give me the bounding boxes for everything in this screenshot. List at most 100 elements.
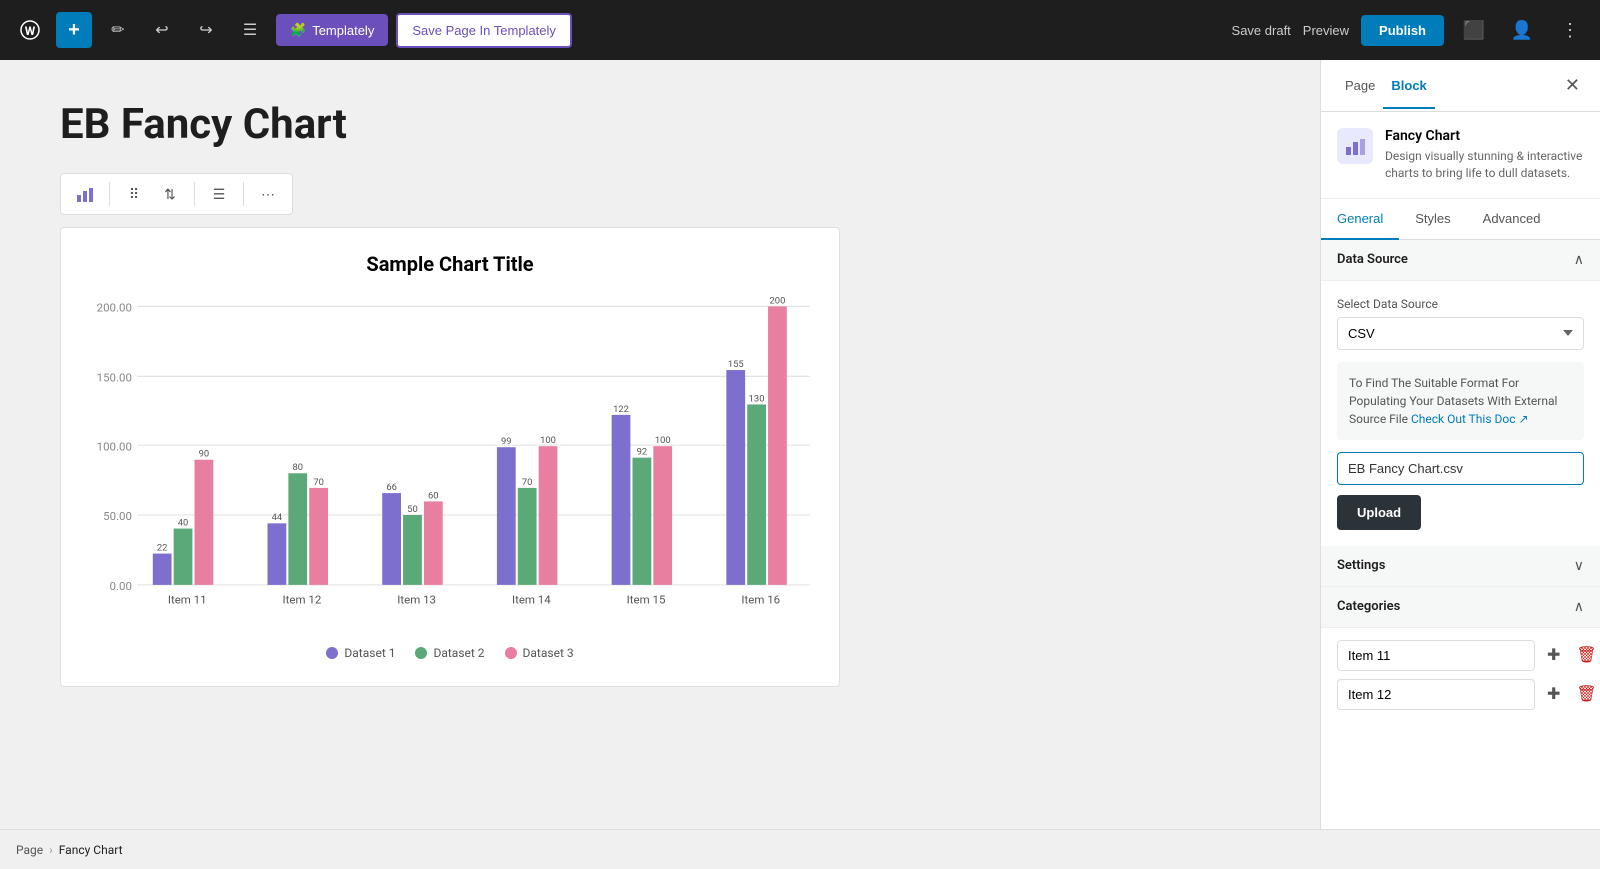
breadcrumb-separator: › — [49, 843, 53, 857]
publish-button[interactable]: Publish — [1361, 15, 1444, 46]
toolbar-right: Save draft Preview Publish ⬛ 👤 ⋮ — [1232, 12, 1588, 48]
svg-text:130: 130 — [749, 393, 765, 404]
legend-color-1 — [326, 647, 338, 659]
svg-text:60: 60 — [428, 490, 439, 501]
legend-label-1: Dataset 1 — [344, 646, 395, 660]
select-data-source-label: Select Data Source — [1337, 297, 1584, 311]
tab-page[interactable]: Page — [1337, 64, 1383, 109]
toolbar-divider-3 — [243, 182, 244, 206]
svg-text:22: 22 — [157, 542, 168, 553]
data-source-section-header[interactable]: Data Source ∧ — [1321, 240, 1600, 281]
plugin-desc: Design visually stunning & interactive c… — [1385, 148, 1584, 182]
categories-toggle-icon: ∧ — [1574, 599, 1584, 615]
preview-button[interactable]: Preview — [1303, 23, 1349, 38]
plugin-info: Fancy Chart Design visually stunning & i… — [1321, 112, 1600, 199]
settings-toggle-icon: ∨ — [1574, 558, 1584, 574]
align-button[interactable]: ☰ — [203, 178, 235, 210]
svg-text:100: 100 — [655, 435, 671, 446]
svg-text:70: 70 — [522, 477, 533, 488]
svg-text:99: 99 — [501, 436, 512, 447]
chart-container: Sample Chart Title 200.00 150.00 100.00 … — [60, 227, 840, 687]
bar-chart-svg: 200.00 150.00 100.00 50.00 0.00 — [85, 296, 815, 630]
plugin-text: Fancy Chart Design visually stunning & i… — [1385, 128, 1584, 182]
edit-tool-button[interactable]: ✏ — [100, 12, 136, 48]
svg-text:100: 100 — [540, 435, 556, 446]
legend-color-2 — [415, 647, 427, 659]
editor-area: EB Fancy Chart ⠿ ⇅ ☰ ⋯ Sample Chart Titl… — [0, 60, 1320, 829]
breadcrumb-current: Fancy Chart — [59, 843, 123, 857]
user-avatar-button[interactable]: 👤 — [1504, 12, 1540, 48]
check-doc-link[interactable]: Check Out This Doc ↗ — [1411, 412, 1529, 426]
svg-text:40: 40 — [178, 517, 189, 528]
arrows-button[interactable]: ⇅ — [154, 178, 186, 210]
categories-body: ✚ 🗑 ✚ 🗑 — [1321, 628, 1600, 730]
sidebar-close-button[interactable]: ✕ — [1561, 71, 1584, 100]
svg-text:150.00: 150.00 — [97, 371, 132, 385]
svg-text:Item 13: Item 13 — [397, 593, 436, 607]
top-toolbar: W + ✏ ↩ ↪ ☰ 🧩 Templately Save Page In Te… — [0, 0, 1600, 60]
legend-label-3: Dataset 3 — [523, 646, 574, 660]
redo-button[interactable]: ↪ — [188, 12, 224, 48]
block-toolbar: ⠿ ⇅ ☰ ⋯ — [60, 173, 293, 215]
chart-area: 200.00 150.00 100.00 50.00 0.00 — [85, 296, 815, 634]
info-box: To Find The Suitable Format For Populati… — [1337, 362, 1584, 440]
data-source-title: Data Source — [1337, 252, 1408, 267]
sidebar-toggle-button[interactable]: ⬛ — [1456, 12, 1492, 48]
category-delete-button-12[interactable]: 🗑 — [1572, 680, 1600, 708]
wp-logo-icon[interactable]: W — [12, 12, 48, 48]
plugin-icon — [1337, 128, 1373, 164]
svg-text:50: 50 — [407, 504, 418, 515]
toolbar-divider-2 — [194, 182, 195, 206]
data-source-toggle-icon: ∧ — [1574, 252, 1584, 268]
templately-label: Templately — [312, 23, 374, 38]
data-source-body: Select Data Source CSV JSON To Find The … — [1321, 281, 1600, 546]
main-layout: EB Fancy Chart ⠿ ⇅ ☰ ⋯ Sample Chart Titl… — [0, 60, 1600, 829]
grid-icon-button[interactable]: ⠿ — [118, 178, 150, 210]
upload-button[interactable]: Upload — [1337, 495, 1421, 530]
list-view-button[interactable]: ☰ — [232, 12, 268, 48]
svg-text:200.00: 200.00 — [97, 301, 132, 315]
tab-block[interactable]: Block — [1383, 64, 1434, 109]
undo-button[interactable]: ↩ — [144, 12, 180, 48]
legend-label-2: Dataset 2 — [433, 646, 484, 660]
categories-title: Categories — [1337, 599, 1400, 614]
category-input-11[interactable] — [1337, 640, 1535, 671]
sidebar-content: Data Source ∧ Select Data Source CSV JSO… — [1321, 240, 1600, 829]
page-title: EB Fancy Chart — [60, 100, 347, 149]
svg-text:Item 15: Item 15 — [627, 593, 666, 607]
breadcrumb-page-link[interactable]: Page — [16, 843, 43, 857]
legend-item-3: Dataset 3 — [505, 646, 574, 660]
chart-icon-button[interactable] — [69, 178, 101, 210]
svg-text:155: 155 — [728, 359, 744, 370]
category-add-button-11[interactable]: ✚ — [1543, 641, 1564, 669]
svg-text:Item 11: Item 11 — [168, 593, 207, 607]
tab-styles[interactable]: Styles — [1399, 199, 1466, 240]
settings-section-header[interactable]: Settings ∨ — [1321, 546, 1600, 587]
svg-text:80: 80 — [292, 462, 303, 473]
tab-advanced[interactable]: Advanced — [1467, 199, 1557, 240]
svg-text:W: W — [25, 24, 36, 38]
sidebar-header: Page Block ✕ — [1321, 60, 1600, 112]
category-add-button-12[interactable]: ✚ — [1543, 680, 1564, 708]
categories-section-header[interactable]: Categories ∧ — [1321, 587, 1600, 628]
save-draft-button[interactable]: Save draft — [1232, 23, 1291, 38]
add-block-button[interactable]: + — [56, 12, 92, 48]
svg-text:Item 14: Item 14 — [512, 593, 551, 607]
data-source-select[interactable]: CSV JSON — [1337, 317, 1584, 350]
save-templately-button[interactable]: Save Page In Templately — [396, 13, 572, 48]
legend-item-1: Dataset 1 — [326, 646, 395, 660]
tab-general[interactable]: General — [1321, 199, 1399, 240]
category-input-12[interactable] — [1337, 679, 1535, 710]
more-block-options-button[interactable]: ⋯ — [252, 178, 284, 210]
templately-icon: 🧩 — [290, 22, 306, 38]
plugin-name: Fancy Chart — [1385, 128, 1584, 144]
categories-section: Categories ∧ ✚ 🗑 ✚ 🗑 — [1321, 587, 1600, 730]
settings-tabs: General Styles Advanced — [1321, 199, 1600, 240]
svg-text:50.00: 50.00 — [103, 509, 132, 523]
file-name-input[interactable] — [1337, 452, 1584, 485]
more-options-button[interactable]: ⋮ — [1552, 12, 1588, 48]
svg-text:66: 66 — [386, 482, 397, 493]
category-delete-button-11[interactable]: 🗑 — [1572, 641, 1600, 669]
templately-button[interactable]: 🧩 Templately — [276, 14, 388, 46]
svg-text:Item 12: Item 12 — [283, 593, 322, 607]
